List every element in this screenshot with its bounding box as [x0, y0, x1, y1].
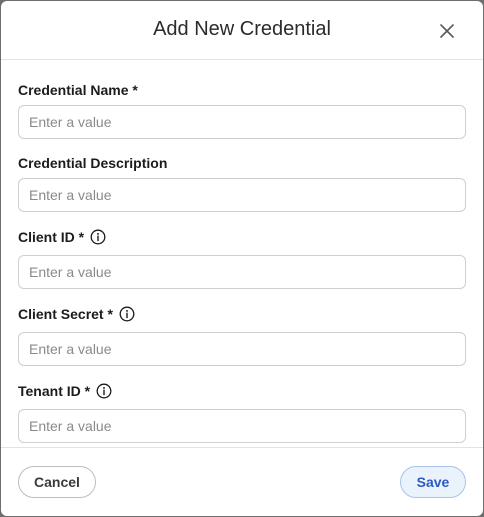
close-icon: [440, 24, 454, 38]
client-secret-input[interactable]: [18, 332, 466, 366]
tenant-id-input[interactable]: [18, 409, 466, 443]
tenant-id-label-text: Tenant ID *: [18, 383, 91, 399]
credential-name-label: Credential Name *: [18, 81, 466, 99]
dialog-footer: Cancel Save: [1, 447, 483, 516]
credential-name-label-text: Credential Name *: [18, 82, 138, 98]
dialog-header: Add New Credential: [1, 1, 483, 60]
add-credential-dialog: Add New Credential Credential Name * Cre…: [1, 1, 483, 516]
client-id-input[interactable]: [18, 255, 466, 289]
credential-description-label-text: Credential Description: [18, 155, 168, 171]
credential-description-input[interactable]: [18, 178, 466, 212]
credential-name-input[interactable]: [18, 105, 466, 139]
info-icon[interactable]: [119, 306, 135, 322]
credential-name-field: Credential Name *: [18, 81, 466, 139]
client-id-label-text: Client ID *: [18, 229, 85, 245]
cancel-button[interactable]: Cancel: [18, 466, 96, 498]
client-secret-label-text: Client Secret *: [18, 306, 113, 322]
client-id-field: Client ID *: [18, 228, 466, 289]
client-id-label: Client ID *: [18, 228, 466, 246]
dialog-body: Credential Name * Credential Description…: [1, 81, 483, 443]
credential-description-field: Credential Description: [18, 154, 466, 212]
info-icon[interactable]: [90, 229, 106, 245]
save-button[interactable]: Save: [400, 466, 466, 498]
info-icon[interactable]: [96, 383, 112, 399]
client-secret-field: Client Secret *: [18, 305, 466, 366]
tenant-id-field: Tenant ID *: [18, 382, 466, 443]
client-secret-label: Client Secret *: [18, 305, 466, 323]
credential-description-label: Credential Description: [18, 154, 466, 172]
tenant-id-label: Tenant ID *: [18, 382, 466, 400]
dialog-title: Add New Credential: [153, 18, 331, 40]
close-button[interactable]: [435, 19, 459, 43]
